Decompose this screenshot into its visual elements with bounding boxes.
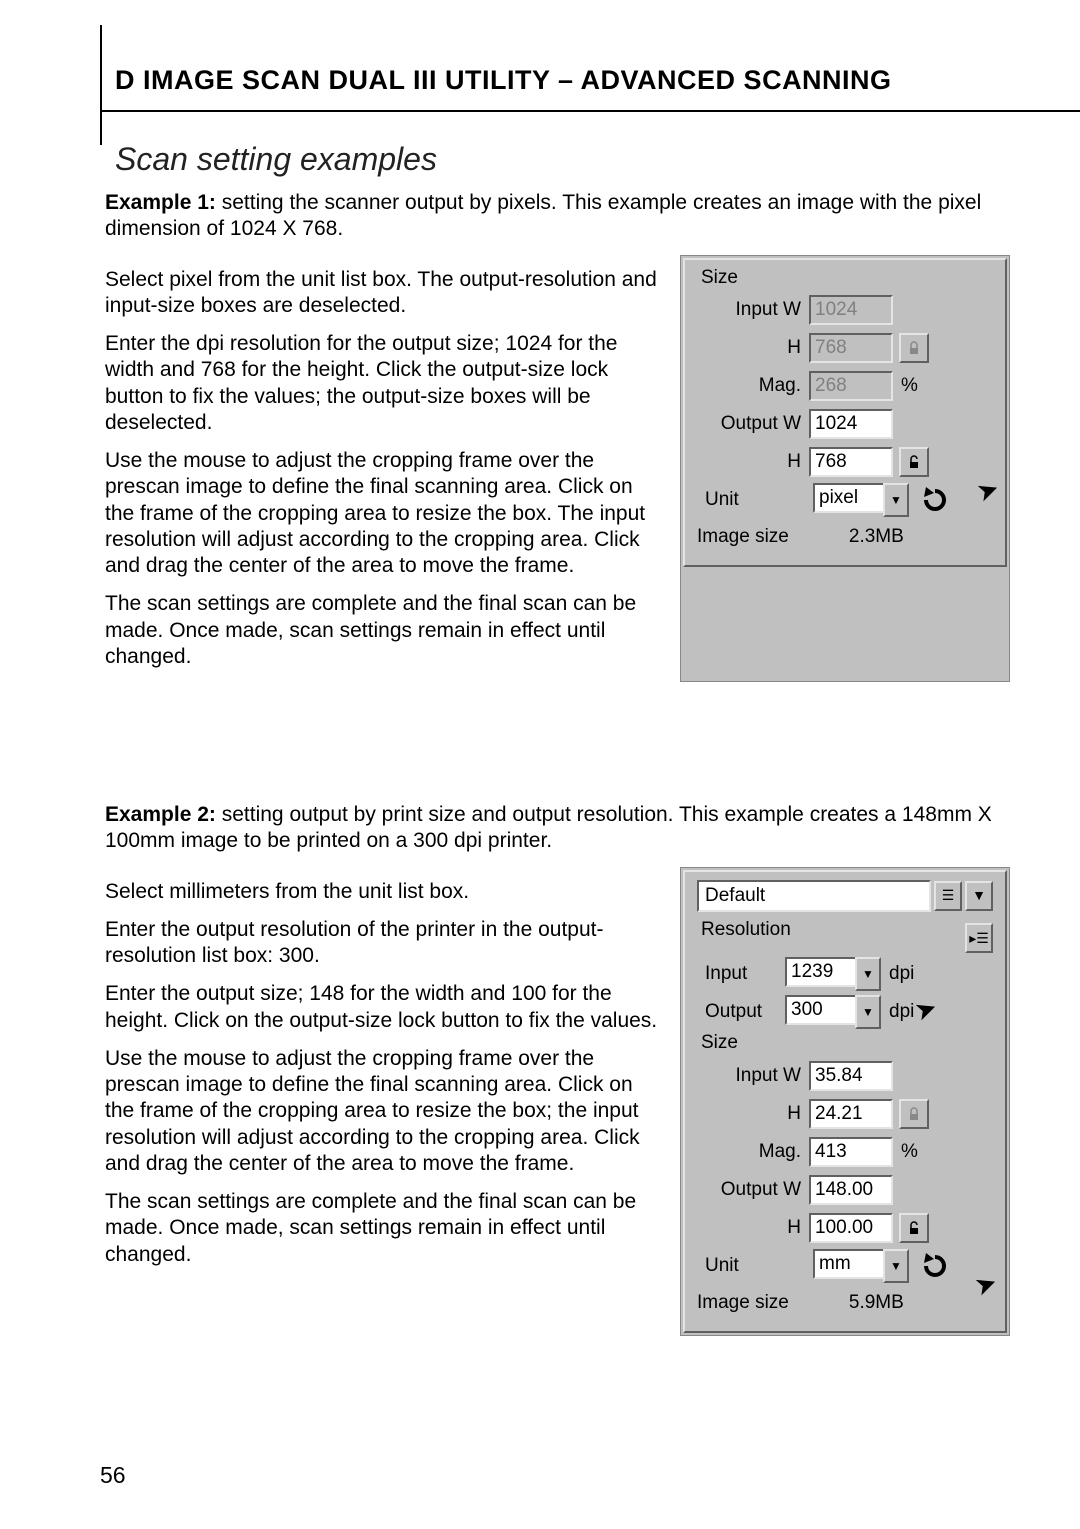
input-res-label: Input bbox=[693, 962, 785, 986]
dpi-label: dpi bbox=[889, 962, 914, 986]
title-dimage: D bbox=[115, 65, 135, 95]
inputh-field: 768 bbox=[809, 333, 893, 363]
mag-field: 268 bbox=[809, 371, 893, 401]
chevron-down-icon[interactable]: ▼ bbox=[855, 995, 881, 1029]
example1-intro: Example 1: setting the scanner output by… bbox=[105, 190, 1010, 243]
inputw-label-2: Input W bbox=[693, 1064, 809, 1088]
mag-unit-2: % bbox=[901, 1140, 918, 1164]
save-job-button[interactable]: ▸☰ bbox=[965, 923, 993, 953]
output-res-combo[interactable]: 300 ▼ bbox=[785, 995, 881, 1029]
outputw-label-2: Output W bbox=[693, 1178, 809, 1202]
ex2-p5: The scan settings are complete and the f… bbox=[105, 1189, 660, 1268]
mag-unit: % bbox=[901, 374, 918, 398]
imagesize-value: 2.3MB bbox=[849, 525, 904, 549]
size-heading-2: Size bbox=[693, 1031, 997, 1055]
inputw-field: 1024 bbox=[809, 295, 893, 325]
imagesize-label: Image size bbox=[697, 525, 789, 549]
input-lock-button[interactable] bbox=[899, 333, 929, 363]
ex2-p3: Enter the output size; 148 for the width… bbox=[105, 981, 660, 1034]
size-panel-2: Default ☰ ▼ Resolution ▸☰ Input 1239 ▼ bbox=[680, 867, 1010, 1336]
size-panel-1: Size Input W 1024 H 768 Mag. 268 bbox=[680, 255, 1010, 683]
unit-label: Unit bbox=[693, 488, 813, 512]
inputw-label: Input W bbox=[693, 298, 809, 322]
chevron-down-icon[interactable]: ▼ bbox=[883, 1249, 909, 1283]
outputw-field[interactable]: 1024 bbox=[809, 409, 893, 439]
ex2-p2: Enter the output resolution of the print… bbox=[105, 917, 660, 970]
section-title: Scan setting examples bbox=[115, 141, 1010, 178]
job-name-field[interactable]: Default bbox=[697, 880, 931, 912]
input-lock-button-2[interactable] bbox=[899, 1099, 929, 1129]
ex1-p3: Use the mouse to adjust the cropping fra… bbox=[105, 448, 660, 579]
output-lock-button[interactable] bbox=[899, 447, 929, 477]
inputh-label-2: H bbox=[693, 1102, 809, 1126]
reset-icon-2[interactable] bbox=[915, 1250, 955, 1282]
inputw-field-2[interactable]: 35.84 bbox=[809, 1061, 893, 1091]
unit-combo[interactable]: pixel ▼ bbox=[813, 483, 909, 517]
ex2-p1: Select millimeters from the unit list bo… bbox=[105, 879, 660, 905]
output-lock-button-2[interactable] bbox=[899, 1213, 929, 1243]
outputh-field[interactable]: 768 bbox=[809, 447, 893, 477]
load-job-button[interactable]: ☰ bbox=[934, 881, 962, 911]
outputh-field-2[interactable]: 100.00 bbox=[809, 1213, 893, 1243]
chevron-down-icon[interactable]: ▼ bbox=[965, 881, 993, 911]
outputw-field-2[interactable]: 148.00 bbox=[809, 1175, 893, 1205]
imagesize-label-2: Image size bbox=[697, 1291, 789, 1315]
page-title: D IMAGE SCAN DUAL III UTILITY – ADVANCED… bbox=[115, 65, 1010, 96]
example2-intro: Example 2: setting output by print size … bbox=[105, 802, 1010, 855]
chevron-down-icon[interactable]: ▼ bbox=[883, 483, 909, 517]
outputw-label: Output W bbox=[693, 412, 809, 436]
imagesize-value-2: 5.9MB bbox=[849, 1291, 904, 1315]
mag-label: Mag. bbox=[693, 374, 809, 398]
input-res-combo[interactable]: 1239 ▼ bbox=[785, 957, 881, 991]
dpi-label-2: dpi bbox=[889, 1000, 914, 1024]
outputh-label: H bbox=[693, 450, 809, 474]
ex2-p4: Use the mouse to adjust the cropping fra… bbox=[105, 1046, 660, 1177]
mag-label-2: Mag. bbox=[693, 1140, 809, 1164]
reset-icon[interactable] bbox=[915, 484, 955, 516]
outputh-label-2: H bbox=[693, 1216, 809, 1240]
output-res-label: Output bbox=[693, 1000, 785, 1024]
page-number: 56 bbox=[100, 1462, 126, 1489]
unit-label-2: Unit bbox=[693, 1254, 813, 1278]
chevron-down-icon[interactable]: ▼ bbox=[855, 957, 881, 991]
title-rest: IMAGE SCAN DUAL III UTILITY – ADVANCED S… bbox=[143, 65, 892, 95]
ex1-p2: Enter the dpi resolution for the output … bbox=[105, 331, 660, 436]
size-heading: Size bbox=[693, 266, 997, 290]
inputh-label: H bbox=[693, 336, 809, 360]
inputh-field-2[interactable]: 24.21 bbox=[809, 1099, 893, 1129]
ex1-p1: Select pixel from the unit list box. The… bbox=[105, 267, 660, 320]
unit-combo-2[interactable]: mm ▼ bbox=[813, 1249, 909, 1283]
ex1-p4: The scan settings are complete and the f… bbox=[105, 591, 660, 670]
mag-field-2[interactable]: 413 bbox=[809, 1137, 893, 1167]
